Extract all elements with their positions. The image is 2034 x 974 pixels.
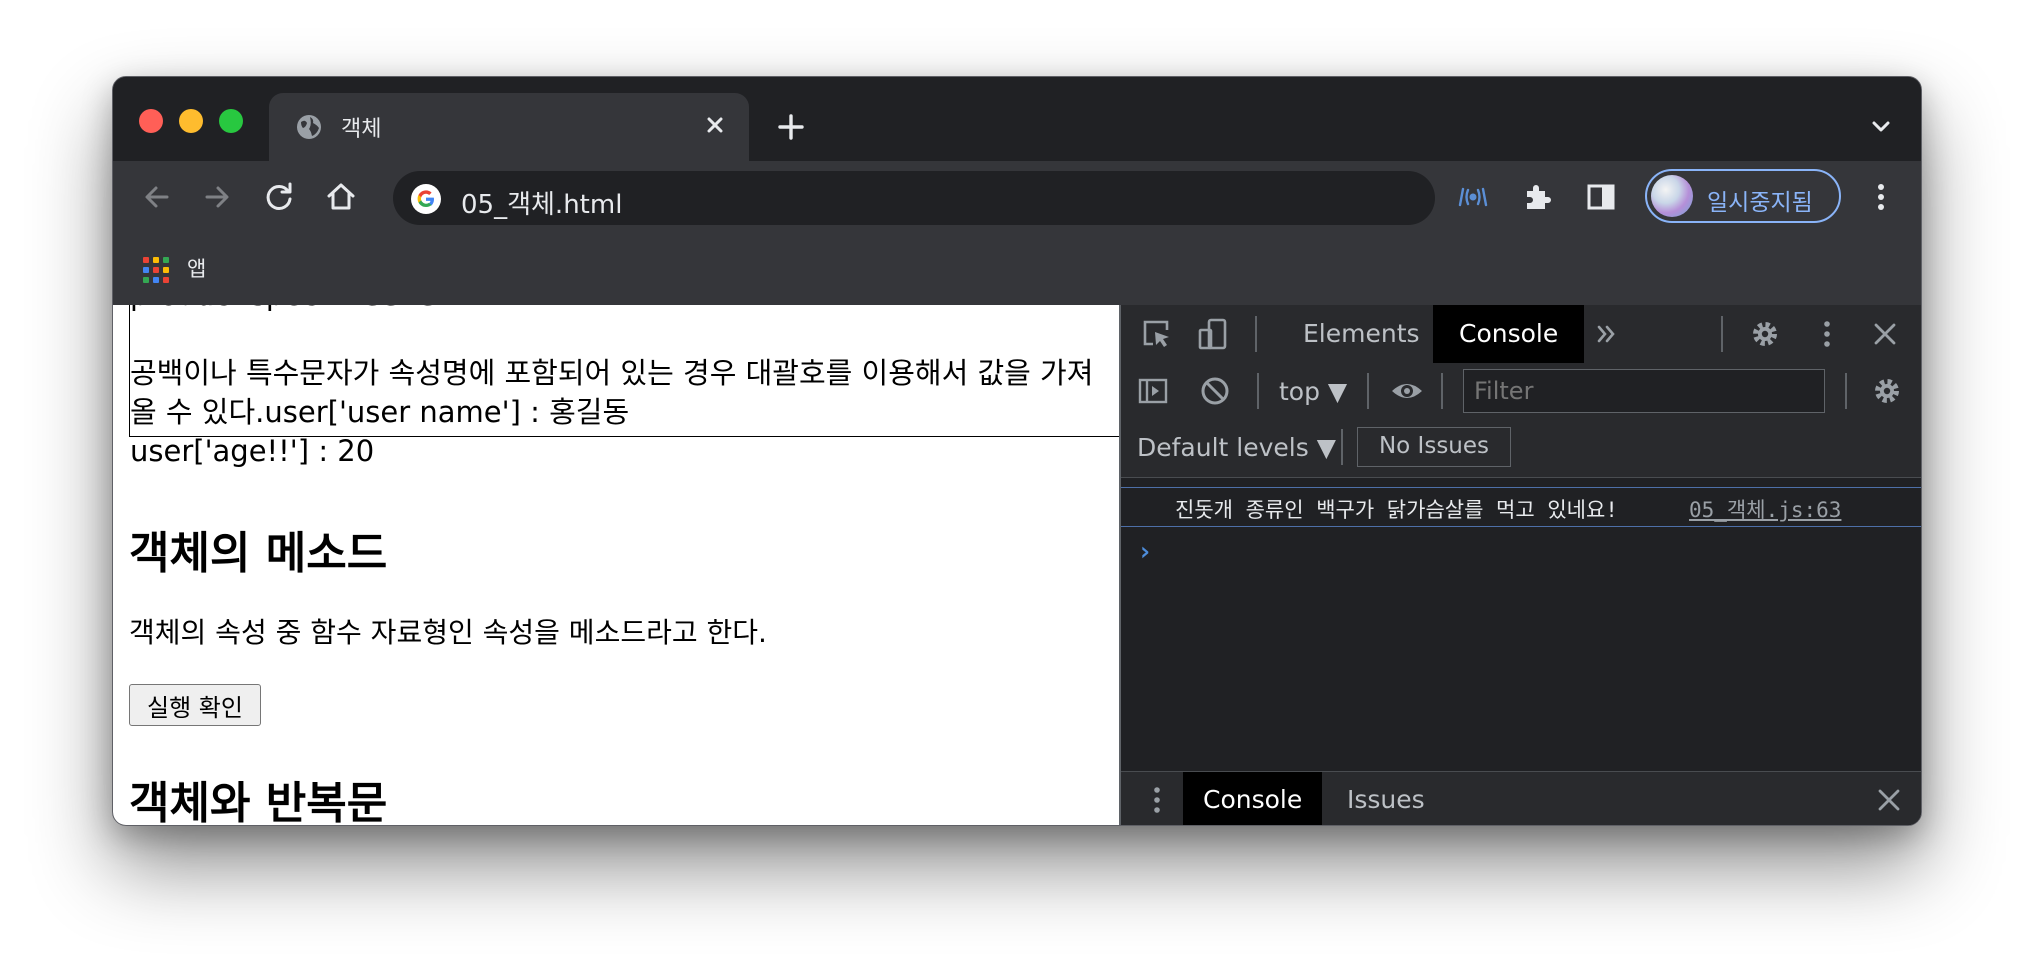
close-devtools-icon[interactable]: [1867, 316, 1903, 352]
inspect-element-icon[interactable]: [1139, 316, 1175, 352]
drawer-tab-console[interactable]: Console: [1183, 772, 1323, 825]
console-log-message: 진돗개 종류인 백구가 닭가슴살를 먹고 있네요!: [1175, 498, 1618, 522]
side-panel-icon[interactable]: [1583, 179, 1619, 215]
avatar: [1651, 175, 1693, 217]
reload-icon[interactable]: [261, 179, 297, 215]
output-line: user['age!!'] : 20: [130, 434, 375, 468]
run-check-button[interactable]: 실행 확인: [129, 684, 261, 726]
devtools-drawer: Console Issues: [1121, 771, 1921, 825]
tab-title: 객체: [341, 117, 382, 142]
output-box: product.spec : 43343 공백이나 특수문자가 속성명에 포함되…: [129, 305, 1119, 468]
toolbar-separator: [1441, 373, 1443, 409]
toolbar-separator: [1721, 316, 1723, 352]
minimize-window-button[interactable]: [179, 109, 203, 133]
close-tab-icon[interactable]: [699, 109, 731, 141]
page-viewport: product.spec : 43343 공백이나 특수문자가 속성명에 포함되…: [113, 305, 1119, 826]
console-log-source-link[interactable]: 05_객체.js:63: [1689, 494, 1841, 524]
console-filter-input[interactable]: [1463, 369, 1825, 413]
close-window-button[interactable]: [139, 109, 163, 133]
more-tabs-icon[interactable]: [1589, 316, 1625, 352]
bookmarks-bar: 앱: [113, 233, 1921, 305]
eye-icon[interactable]: [1389, 373, 1425, 409]
globe-icon: [297, 115, 321, 139]
output-line: 올 수 있다.user['user name'] : 홍길동: [130, 395, 630, 429]
google-icon: [411, 184, 441, 214]
close-drawer-icon[interactable]: [1871, 782, 1907, 818]
forward-icon[interactable]: [199, 179, 235, 215]
browser-tab[interactable]: 객체: [269, 93, 749, 161]
toolbar-separator: [1255, 316, 1257, 352]
more-menu-icon[interactable]: [1863, 179, 1899, 215]
toolbar: 05_객체.html 일시중지됨: [113, 161, 1921, 233]
methods-heading: 객체의 메소드: [129, 528, 388, 579]
device-toolbar-icon[interactable]: [1195, 316, 1231, 352]
address-bar[interactable]: 05_객체.html: [393, 171, 1435, 225]
log-levels-dropdown[interactable]: Default levels ▼: [1137, 433, 1336, 462]
new-tab-icon[interactable]: [775, 111, 807, 143]
browser-window: 객체 05_객체.html 일시중지됨 앱 공백이나 특수문자가 속성명에 포함…: [112, 76, 1922, 826]
extensions-puzzle-icon[interactable]: [1519, 179, 1555, 215]
output-line: product.spec : 43343: [130, 305, 439, 315]
drawer-tab-issues[interactable]: Issues: [1327, 772, 1445, 825]
back-icon[interactable]: [139, 179, 175, 215]
toolbar-separator: [1341, 429, 1343, 465]
tab-strip: 객체: [113, 77, 1921, 161]
tab-console[interactable]: Console: [1433, 305, 1585, 363]
devtools-tabbar: Elements Console: [1121, 305, 1921, 364]
profile-status-label: 일시중지됨: [1707, 190, 1813, 216]
output-line: 공백이나 특수문자가 속성명에 포함되어 있는 경우 대괄호를 이용해서 값을 …: [130, 356, 1094, 390]
issues-badge[interactable]: No Issues: [1357, 427, 1511, 467]
apps-grid-icon[interactable]: [143, 257, 169, 283]
profile-button[interactable]: 일시중지됨: [1645, 169, 1841, 223]
console-log-row: 진돗개 종류인 백구가 닭가슴살를 먹고 있네요! 05_객체.js:63: [1121, 487, 1921, 527]
drawer-menu-icon[interactable]: [1139, 782, 1175, 818]
context-selector[interactable]: top ▼: [1279, 377, 1347, 406]
bookmark-apps-label[interactable]: 앱: [187, 253, 206, 283]
toolbar-separator: [1257, 373, 1259, 409]
tab-elements[interactable]: Elements: [1277, 305, 1446, 363]
maximize-window-button[interactable]: [219, 109, 243, 133]
extension-broadcast-icon[interactable]: [1455, 179, 1491, 215]
console-prompt[interactable]: ›: [1137, 537, 1153, 567]
toolbar-separator: [1845, 373, 1847, 409]
home-icon[interactable]: [323, 179, 359, 215]
console-settings-gear-icon[interactable]: [1869, 373, 1905, 409]
devtools-panel: Elements Console top ▼ Filter Default le…: [1119, 305, 1921, 825]
loop-heading: 객체와 반복문: [129, 778, 388, 826]
url-text: 05_객체.html: [461, 190, 623, 220]
methods-description: 객체의 속성 중 함수 자료형인 속성을 메소드라고 한다.: [129, 616, 767, 649]
toolbar-separator: [1367, 373, 1369, 409]
console-toolbar: top ▼ Default levels ▼ No Issues: [1121, 363, 1921, 478]
chevron-down-icon[interactable]: [1867, 113, 1895, 141]
devtools-menu-icon[interactable]: [1809, 316, 1845, 352]
settings-gear-icon[interactable]: [1747, 316, 1783, 352]
sidebar-toggle-icon[interactable]: [1135, 373, 1171, 409]
clear-console-icon[interactable]: [1197, 373, 1233, 409]
